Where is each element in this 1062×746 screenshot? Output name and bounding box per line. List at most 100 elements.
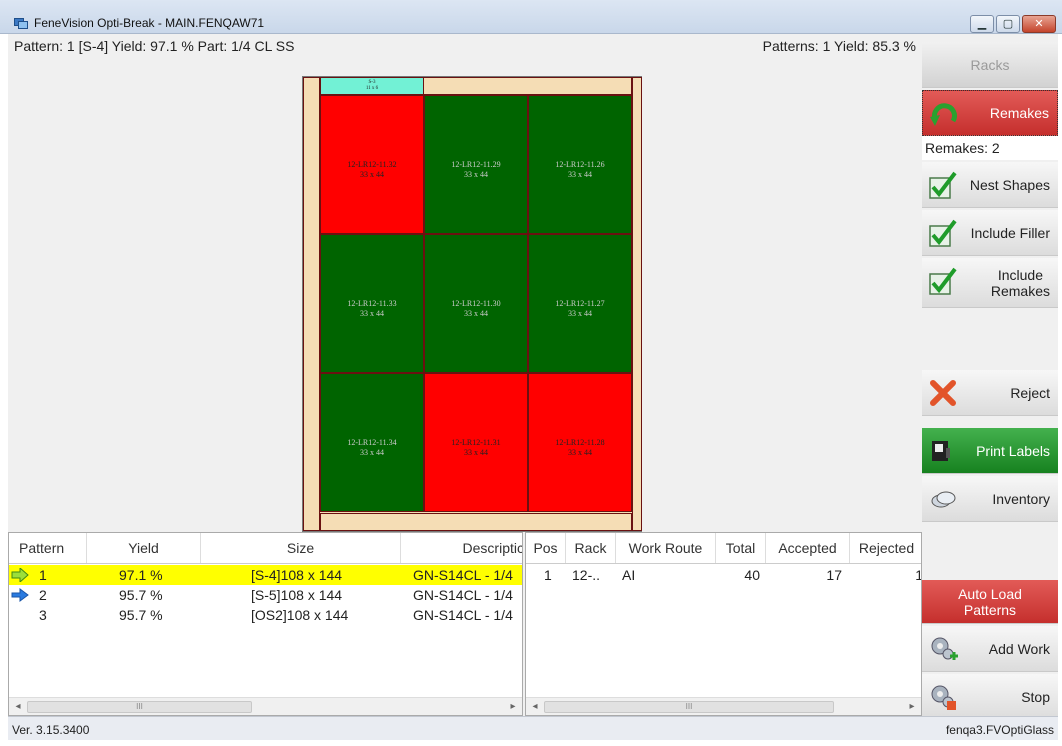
col-header-total[interactable]: Total xyxy=(716,533,766,563)
close-icon: ✕ xyxy=(1034,17,1044,30)
pattern-row[interactable]: 1 97.1 % [S-4]108 x 144 GN-S14CL - 1/4 xyxy=(9,565,522,585)
piece-id: 12-LR12-11.27 xyxy=(555,299,605,308)
scroll-thumb[interactable]: III xyxy=(544,701,834,713)
pattern-number: 1 xyxy=(39,567,47,583)
glass-piece[interactable]: 12-LR12-11.29 33 x 44 xyxy=(424,95,528,234)
checkbox-checked-icon xyxy=(929,267,957,295)
add-work-button[interactable]: Add Work xyxy=(922,626,1058,672)
include-remakes-toggle[interactable]: Include Remakes xyxy=(922,258,1058,308)
title-bar: FeneVision Opti-Break - MAIN.FENQAW71 ▁ … xyxy=(0,0,1062,34)
piece-id: 12-LR12-11.31 xyxy=(451,438,501,447)
glass-piece[interactable]: 12-LR12-11.31 33 x 44 xyxy=(424,373,528,512)
trim-strip-bottom xyxy=(320,513,632,531)
inventory-button[interactable]: Inventory xyxy=(922,476,1058,522)
include-filler-toggle[interactable]: Include Filler xyxy=(922,210,1058,256)
trim-strip-left xyxy=(303,77,320,531)
col-header-size[interactable]: Size xyxy=(201,533,401,563)
patterns-horizontal-scrollbar[interactable]: ◂ III ▸ xyxy=(9,697,522,715)
print-labels-button[interactable]: Print Labels xyxy=(922,428,1058,474)
scroll-right-icon[interactable]: ▸ xyxy=(506,700,520,714)
racks-label: Racks xyxy=(970,56,1010,73)
pattern-info-bar: Pattern: 1 [S-4] Yield: 97.1 % Part: 1/4… xyxy=(8,34,922,58)
piece-id: 12-LR12-11.29 xyxy=(451,160,501,169)
include-filler-label: Include Filler xyxy=(970,224,1050,241)
col-header-work-route[interactable]: Work Route xyxy=(616,533,716,563)
col-header-rack[interactable]: Rack xyxy=(566,533,616,563)
work-total: 40 xyxy=(744,567,760,583)
minimize-icon: ▁ xyxy=(977,17,987,30)
pattern-row[interactable]: 3 95.7 % [OS2]108 x 144 GN-S14CL - 1/4 xyxy=(9,605,522,625)
glass-piece[interactable]: 12-LR12-11.28 33 x 44 xyxy=(528,373,632,512)
right-button-panel: Racks Remakes Remakes: 2 Nest Shapes Inc… xyxy=(922,34,1058,720)
col-header-rejected[interactable]: Rejected xyxy=(850,533,921,563)
patterns-summary: Patterns: 1 Yield: 85.3 % xyxy=(762,38,916,54)
col-header-yield[interactable]: Yield xyxy=(87,533,201,563)
glass-piece[interactable]: 12-LR12-11.26 33 x 44 xyxy=(528,95,632,234)
scroll-grip: III xyxy=(136,702,143,711)
piece-size: 33 x 44 xyxy=(568,309,592,318)
printer-icon xyxy=(932,441,950,461)
scroll-thumb[interactable]: III xyxy=(27,701,252,713)
piece-size: 33 x 44 xyxy=(360,170,384,179)
scroll-left-icon[interactable]: ◂ xyxy=(11,700,25,714)
pattern-number: 3 xyxy=(39,607,47,623)
glass-piece[interactable]: 12-LR12-11.34 33 x 44 xyxy=(320,373,424,512)
scroll-right-icon[interactable]: ▸ xyxy=(905,700,919,714)
scroll-grip: III xyxy=(685,702,693,711)
pattern-number: 2 xyxy=(39,587,47,603)
glass-sheets-icon xyxy=(931,491,956,508)
trim-strip-right xyxy=(632,77,642,531)
maximize-button[interactable]: ▢ xyxy=(996,15,1020,33)
checkbox-checked-icon xyxy=(929,171,957,199)
filler-piece[interactable]: S-3 11 x 6 xyxy=(320,77,424,95)
arrow-right-blue-icon xyxy=(11,588,29,602)
glass-piece[interactable]: 12-LR12-11.27 33 x 44 xyxy=(528,234,632,373)
close-button[interactable]: ✕ xyxy=(1022,15,1056,33)
stop-label: Stop xyxy=(1021,688,1050,705)
piece-id: 12-LR12-11.34 xyxy=(347,438,397,447)
piece-id: 12-LR12-11.26 xyxy=(555,160,605,169)
minimize-button[interactable]: ▁ xyxy=(970,15,994,33)
patterns-grid: Pattern Yield Size Descriptic 1 97.1 % [… xyxy=(8,532,523,716)
piece-size: 33 x 44 xyxy=(568,170,592,179)
racks-button[interactable]: Racks xyxy=(922,42,1058,88)
inventory-label: Inventory xyxy=(992,490,1050,507)
glass-piece[interactable]: 12-LR12-11.30 33 x 44 xyxy=(424,234,528,373)
work-pos: 1 xyxy=(544,567,552,583)
col-header-pos[interactable]: Pos xyxy=(526,533,566,563)
work-accepted: 17 xyxy=(826,567,842,583)
current-pattern-info: Pattern: 1 [S-4] Yield: 97.1 % Part: 1/4… xyxy=(14,38,295,54)
col-header-description[interactable]: Descriptic xyxy=(401,533,522,563)
glass-piece[interactable]: 12-LR12-11.32 33 x 44 xyxy=(320,95,424,234)
version-text: Ver. 3.15.3400 xyxy=(12,723,90,737)
pattern-description: GN-S14CL - 1/4 xyxy=(413,567,513,583)
col-header-accepted[interactable]: Accepted xyxy=(766,533,850,563)
checkbox-checked-icon xyxy=(929,219,957,247)
stop-button[interactable]: Stop xyxy=(922,674,1058,720)
add-work-label: Add Work xyxy=(988,640,1050,657)
work-route: AI xyxy=(622,567,636,583)
pattern-description: GN-S14CL - 1/4 xyxy=(413,587,513,603)
work-rack: 12-.. xyxy=(572,567,601,583)
scroll-left-icon[interactable]: ◂ xyxy=(528,700,542,714)
pattern-size: [S-5]108 x 144 xyxy=(251,587,343,603)
nest-shapes-toggle[interactable]: Nest Shapes xyxy=(922,162,1058,208)
reject-button[interactable]: Reject xyxy=(922,370,1058,416)
col-header-pattern[interactable]: Pattern xyxy=(9,533,87,563)
connection-text: fenqa3.FVOptiGlass xyxy=(945,723,1054,737)
glass-piece[interactable]: 12-LR12-11.33 33 x 44 xyxy=(320,234,424,373)
gears-stop-icon xyxy=(931,685,956,710)
pattern-row[interactable]: 2 95.7 % [S-5]108 x 144 GN-S14CL - 1/4 xyxy=(9,585,522,605)
remakes-button[interactable]: Remakes xyxy=(922,90,1058,136)
piece-size: 33 x 44 xyxy=(464,170,488,179)
app-icon xyxy=(14,18,28,29)
status-bar: Ver. 3.15.3400 fenqa3.FVOptiGlass xyxy=(8,716,1058,740)
work-row[interactable]: 1 12-.. AI 40 17 1 xyxy=(526,565,921,585)
auto-load-patterns-button[interactable]: Auto Load Patterns xyxy=(922,580,1058,624)
pattern-size: [S-4]108 x 144 xyxy=(251,567,343,583)
piece-size: 33 x 44 xyxy=(360,448,384,457)
pattern-canvas: S-3 11 x 6 12-LR12-11.32 33 x 44 12-LR12-1… xyxy=(8,58,922,532)
work-horizontal-scrollbar[interactable]: ◂ III ▸ xyxy=(526,697,921,715)
piece-size: 33 x 44 xyxy=(568,448,592,457)
piece-size: 33 x 44 xyxy=(464,448,488,457)
